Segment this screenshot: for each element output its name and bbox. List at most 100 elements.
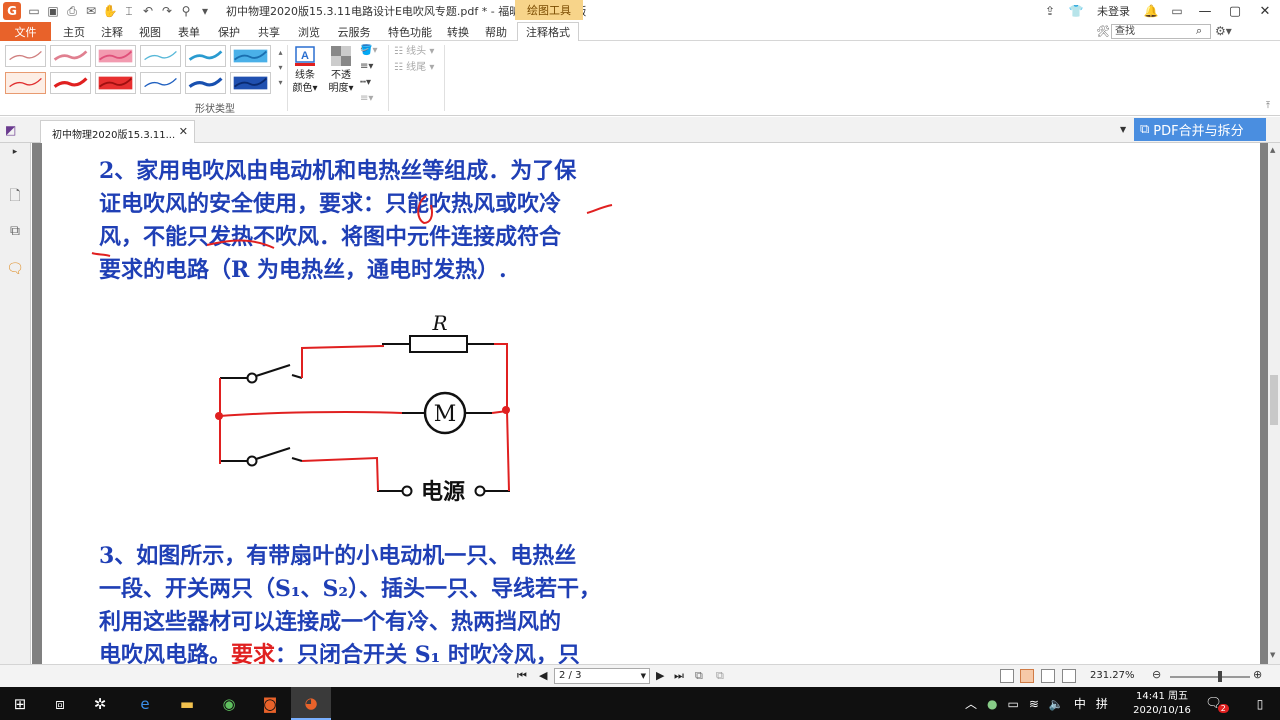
undo-icon[interactable]: ↶: [139, 2, 157, 20]
zoom-slider-thumb[interactable]: [1218, 671, 1222, 682]
line-end-button[interactable]: ☷ 线尾 ▾: [394, 60, 454, 76]
save-icon[interactable]: ▣: [44, 2, 62, 20]
continuous-facing-icon[interactable]: [1062, 669, 1076, 683]
share-icon[interactable]: ⇪: [1037, 0, 1063, 22]
zoom-out-icon[interactable]: ⊖: [1152, 668, 1161, 681]
start-page-icon[interactable]: ◩: [5, 123, 19, 137]
zoom-in-icon[interactable]: ⊕: [1253, 668, 1262, 681]
first-page-icon[interactable]: ⏮: [517, 669, 527, 683]
foxit-reader-taskbar-icon[interactable]: ◕: [291, 687, 331, 720]
menu-form[interactable]: 表单: [169, 22, 209, 41]
print-icon[interactable]: ⎙: [63, 2, 81, 20]
pen-annotations[interactable]: [42, 143, 662, 263]
ribbon-pin-icon[interactable]: ⤒: [1266, 101, 1270, 111]
comments-icon[interactable]: 🗨: [6, 261, 24, 279]
document-viewer[interactable]: 2、家用电吹风由电动机和电热丝等组成．为了保 证电吹风的安全使用，要求：只能吹热…: [32, 143, 1268, 664]
windows-start-icon[interactable]: ⊞: [0, 687, 40, 720]
zoom-level[interactable]: 231.27%: [1090, 670, 1135, 681]
email-icon[interactable]: ✉: [82, 2, 100, 20]
menu-view[interactable]: 视图: [131, 22, 169, 41]
pdf-merge-split-button[interactable]: ⧉ PDF合并与拆分: [1134, 118, 1266, 141]
line-width-icon[interactable]: ≡▾: [360, 59, 386, 75]
close-tab-icon[interactable]: ✕: [179, 125, 188, 138]
menu-file[interactable]: 文件: [0, 22, 51, 41]
ime-language[interactable]: 中: [1074, 695, 1086, 712]
shape-style-swatch-selected[interactable]: [5, 72, 46, 94]
redo-icon[interactable]: ↷: [158, 2, 176, 20]
facing-page-icon[interactable]: [1041, 669, 1055, 683]
notification-bell-icon[interactable]: 🔔: [1138, 0, 1164, 22]
gallery-scroll[interactable]: ▴ ▾ ▾: [276, 45, 285, 93]
line-dash-icon[interactable]: ┅▾: [360, 75, 386, 91]
system-clock[interactable]: 14:41 周五 2020/10/16: [1130, 690, 1194, 718]
document-tab[interactable]: 初中物理2020版15.3.11... ✕: [40, 120, 195, 143]
menu-home[interactable]: 主页: [55, 22, 93, 41]
opacity-button[interactable]: 不透 明度▾: [325, 45, 357, 95]
context-tab-drawing-tools[interactable]: 绘图工具: [515, 0, 583, 20]
browser-360-icon[interactable]: ◉: [209, 687, 249, 720]
task-view-icon[interactable]: ⧈: [40, 687, 80, 720]
show-desktop-icon[interactable]: ▯: [1240, 687, 1280, 720]
menu-comment[interactable]: 注释: [93, 22, 131, 41]
previous-view-icon[interactable]: ⧉: [695, 669, 703, 683]
line-start-button[interactable]: ☷ 线头 ▾: [394, 44, 454, 60]
menu-features[interactable]: 特色功能: [381, 22, 439, 41]
page-number-input[interactable]: 2 / 3 ▼: [554, 668, 650, 684]
ime-mode[interactable]: 拼: [1096, 695, 1108, 712]
shirt-icon[interactable]: 👕: [1063, 0, 1089, 22]
open-icon[interactable]: ▭: [25, 2, 43, 20]
shape-style-swatch[interactable]: [95, 45, 136, 67]
app-logo[interactable]: G: [3, 2, 21, 20]
menu-cloud[interactable]: 云服务: [329, 22, 379, 41]
shape-style-swatch[interactable]: [140, 45, 181, 67]
tools-icon[interactable]: 🛠: [1096, 25, 1110, 38]
battery-icon[interactable]: ▭: [1008, 697, 1019, 711]
menu-share[interactable]: 共享: [249, 22, 289, 41]
previous-page-icon[interactable]: ◀: [539, 669, 547, 682]
menu-help[interactable]: 帮助: [477, 22, 515, 41]
menu-protect[interactable]: 保护: [209, 22, 249, 41]
line-align-icon[interactable]: ≡▾: [360, 91, 386, 107]
single-page-icon[interactable]: [1000, 669, 1014, 683]
shape-style-swatch[interactable]: [230, 45, 271, 67]
notification-center-icon[interactable]: 🗨 2: [1202, 687, 1232, 720]
last-page-icon[interactable]: ⏭: [674, 669, 684, 683]
gear-icon[interactable]: ⚙▾: [1215, 24, 1232, 38]
shape-style-swatch[interactable]: [230, 72, 271, 94]
login-link[interactable]: 未登录: [1089, 3, 1138, 19]
select-text-icon[interactable]: ⌶: [120, 2, 138, 20]
wifi-icon[interactable]: ≋: [1029, 697, 1039, 711]
shape-style-swatch[interactable]: [95, 72, 136, 94]
screen-capture-icon[interactable]: ◙: [250, 687, 290, 720]
shape-style-swatch[interactable]: [140, 72, 181, 94]
volume-icon[interactable]: 🔈: [1049, 697, 1064, 711]
menu-convert[interactable]: 转换: [439, 22, 477, 41]
expand-panel-icon[interactable]: ▸: [6, 147, 24, 165]
shape-style-swatch[interactable]: [5, 45, 46, 67]
file-explorer-icon[interactable]: ▬: [167, 687, 207, 720]
tab-list-dropdown-icon[interactable]: ▼: [1120, 125, 1126, 134]
menu-browse[interactable]: 浏览: [289, 22, 329, 41]
next-page-icon[interactable]: ▶: [656, 669, 664, 682]
stamp-icon[interactable]: ⚲: [177, 2, 195, 20]
tray-app-icon[interactable]: ●: [987, 697, 997, 711]
customize-icon[interactable]: ▾: [196, 2, 214, 20]
search-icon[interactable]: ⌕: [1196, 24, 1210, 38]
edge-browser-icon[interactable]: e: [125, 687, 165, 720]
continuous-page-icon[interactable]: [1020, 669, 1034, 683]
menu-comment-format[interactable]: 注释格式: [517, 22, 579, 42]
minimize-button[interactable]: —: [1190, 0, 1220, 22]
shape-style-swatch[interactable]: [185, 45, 226, 67]
page-dropdown-icon[interactable]: ▼: [641, 669, 646, 683]
maximize-button[interactable]: ▢: [1220, 0, 1250, 22]
shape-style-swatch[interactable]: [50, 45, 91, 67]
scroll-down-icon[interactable]: ▼: [1270, 651, 1275, 659]
scroll-up-icon[interactable]: ▲: [1270, 146, 1275, 154]
shape-style-swatch[interactable]: [185, 72, 226, 94]
scrollbar-thumb[interactable]: [1270, 375, 1278, 425]
vertical-scrollbar[interactable]: ▲ ▼: [1268, 143, 1280, 664]
close-button[interactable]: ✕: [1250, 0, 1280, 22]
restore-ribbon-icon[interactable]: ▭: [1164, 0, 1190, 22]
page-thumbnail-icon[interactable]: 🗋: [6, 185, 24, 204]
zoom-slider[interactable]: [1170, 676, 1250, 678]
